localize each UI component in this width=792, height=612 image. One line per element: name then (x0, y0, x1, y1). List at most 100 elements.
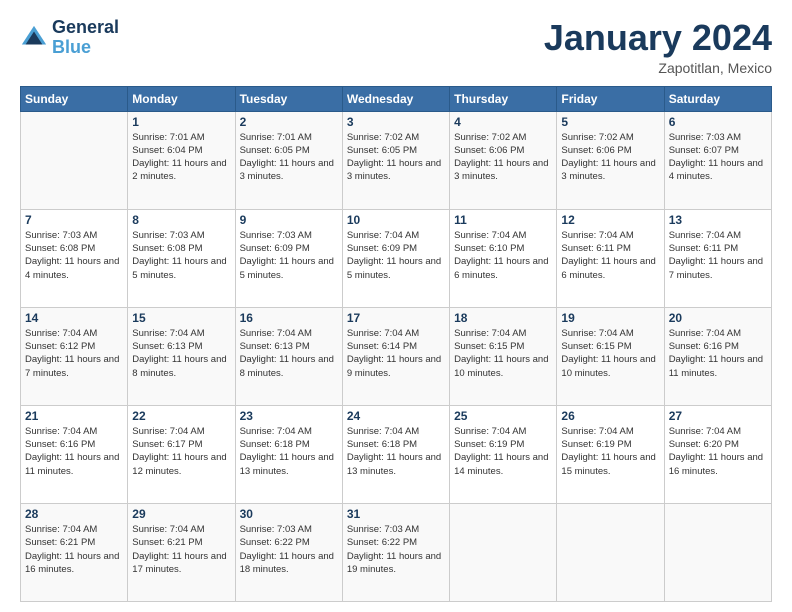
day-info: Sunrise: 7:04 AM Sunset: 6:14 PM Dayligh… (347, 327, 445, 380)
day-number: 2 (240, 115, 338, 129)
col-thursday: Thursday (450, 86, 557, 111)
col-wednesday: Wednesday (342, 86, 449, 111)
table-cell: 9 Sunrise: 7:03 AM Sunset: 6:09 PM Daylig… (235, 209, 342, 307)
day-info: Sunrise: 7:03 AM Sunset: 6:09 PM Dayligh… (240, 229, 338, 282)
table-cell (557, 503, 664, 601)
day-number: 1 (132, 115, 230, 129)
table-cell: 1 Sunrise: 7:01 AM Sunset: 6:04 PM Daylig… (128, 111, 235, 209)
logo: General Blue (20, 18, 119, 58)
day-number: 14 (25, 311, 123, 325)
day-info: Sunrise: 7:04 AM Sunset: 6:19 PM Dayligh… (454, 425, 552, 478)
day-number: 22 (132, 409, 230, 423)
day-info: Sunrise: 7:04 AM Sunset: 6:11 PM Dayligh… (669, 229, 767, 282)
day-info: Sunrise: 7:04 AM Sunset: 6:10 PM Dayligh… (454, 229, 552, 282)
week-row-1: 1 Sunrise: 7:01 AM Sunset: 6:04 PM Daylig… (21, 111, 772, 209)
day-info: Sunrise: 7:01 AM Sunset: 6:04 PM Dayligh… (132, 131, 230, 184)
table-cell: 29 Sunrise: 7:04 AM Sunset: 6:21 PM Dayli… (128, 503, 235, 601)
table-cell: 23Sunrise: 7:04 AM Sunset: 6:18 PM Dayli… (235, 405, 342, 503)
day-number: 26 (561, 409, 659, 423)
day-info: Sunrise: 7:04 AM Sunset: 6:20 PM Dayligh… (669, 425, 767, 478)
table-cell: 22 Sunrise: 7:04 AM Sunset: 6:17 PM Dayli… (128, 405, 235, 503)
day-info: Sunrise: 7:03 AM Sunset: 6:22 PM Dayligh… (347, 523, 445, 576)
day-info: Sunrise: 7:04 AM Sunset: 6:16 PM Dayligh… (25, 425, 123, 478)
day-number: 15 (132, 311, 230, 325)
table-cell: 20Sunrise: 7:04 AM Sunset: 6:16 PM Dayli… (664, 307, 771, 405)
day-info: Sunrise: 7:03 AM Sunset: 6:07 PM Dayligh… (669, 131, 767, 184)
col-friday: Friday (557, 86, 664, 111)
day-info: Sunrise: 7:04 AM Sunset: 6:13 PM Dayligh… (132, 327, 230, 380)
table-cell (664, 503, 771, 601)
table-cell: 5 Sunrise: 7:02 AM Sunset: 6:06 PM Daylig… (557, 111, 664, 209)
day-number: 17 (347, 311, 445, 325)
day-number: 16 (240, 311, 338, 325)
table-cell: 14 Sunrise: 7:04 AM Sunset: 6:12 PM Dayli… (21, 307, 128, 405)
week-row-4: 21Sunrise: 7:04 AM Sunset: 6:16 PM Dayli… (21, 405, 772, 503)
day-info: Sunrise: 7:04 AM Sunset: 6:21 PM Dayligh… (132, 523, 230, 576)
day-info: Sunrise: 7:03 AM Sunset: 6:08 PM Dayligh… (25, 229, 123, 282)
table-cell: 24 Sunrise: 7:04 AM Sunset: 6:18 PM Dayli… (342, 405, 449, 503)
table-cell: 15 Sunrise: 7:04 AM Sunset: 6:13 PM Dayli… (128, 307, 235, 405)
day-number: 27 (669, 409, 767, 423)
table-cell: 10Sunrise: 7:04 AM Sunset: 6:09 PM Dayli… (342, 209, 449, 307)
col-saturday: Saturday (664, 86, 771, 111)
day-number: 9 (240, 213, 338, 227)
table-cell: 17 Sunrise: 7:04 AM Sunset: 6:14 PM Dayli… (342, 307, 449, 405)
day-number: 5 (561, 115, 659, 129)
table-cell (450, 503, 557, 601)
day-number: 10 (347, 213, 445, 227)
table-cell: 18Sunrise: 7:04 AM Sunset: 6:15 PM Dayli… (450, 307, 557, 405)
day-number: 11 (454, 213, 552, 227)
table-cell: 19 Sunrise: 7:04 AM Sunset: 6:15 PM Dayli… (557, 307, 664, 405)
day-info: Sunrise: 7:02 AM Sunset: 6:06 PM Dayligh… (561, 131, 659, 184)
col-monday: Monday (128, 86, 235, 111)
table-cell: 4Sunrise: 7:02 AM Sunset: 6:06 PM Daylig… (450, 111, 557, 209)
day-info: Sunrise: 7:04 AM Sunset: 6:18 PM Dayligh… (347, 425, 445, 478)
table-cell: 27 Sunrise: 7:04 AM Sunset: 6:20 PM Dayli… (664, 405, 771, 503)
day-number: 24 (347, 409, 445, 423)
day-info: Sunrise: 7:04 AM Sunset: 6:11 PM Dayligh… (561, 229, 659, 282)
col-sunday: Sunday (21, 86, 128, 111)
day-number: 29 (132, 507, 230, 521)
table-cell: 16 Sunrise: 7:04 AM Sunset: 6:13 PM Dayli… (235, 307, 342, 405)
location: Zapotitlan, Mexico (544, 60, 772, 76)
table-cell: 8Sunrise: 7:03 AM Sunset: 6:08 PM Daylig… (128, 209, 235, 307)
table-cell: 21Sunrise: 7:04 AM Sunset: 6:16 PM Dayli… (21, 405, 128, 503)
day-number: 30 (240, 507, 338, 521)
table-cell: 28 Sunrise: 7:04 AM Sunset: 6:21 PM Dayli… (21, 503, 128, 601)
day-info: Sunrise: 7:03 AM Sunset: 6:08 PM Dayligh… (132, 229, 230, 282)
day-info: Sunrise: 7:04 AM Sunset: 6:18 PM Dayligh… (240, 425, 338, 478)
day-number: 19 (561, 311, 659, 325)
day-number: 18 (454, 311, 552, 325)
day-number: 3 (347, 115, 445, 129)
week-row-3: 14 Sunrise: 7:04 AM Sunset: 6:12 PM Dayli… (21, 307, 772, 405)
day-number: 6 (669, 115, 767, 129)
table-cell: 12 Sunrise: 7:04 AM Sunset: 6:11 PM Dayli… (557, 209, 664, 307)
table-cell: 2 Sunrise: 7:01 AM Sunset: 6:05 PM Daylig… (235, 111, 342, 209)
month-title: January 2024 (544, 18, 772, 58)
title-block: January 2024 Zapotitlan, Mexico (544, 18, 772, 76)
day-info: Sunrise: 7:04 AM Sunset: 6:19 PM Dayligh… (561, 425, 659, 478)
day-number: 13 (669, 213, 767, 227)
day-info: Sunrise: 7:03 AM Sunset: 6:22 PM Dayligh… (240, 523, 338, 576)
table-cell: 31 Sunrise: 7:03 AM Sunset: 6:22 PM Dayli… (342, 503, 449, 601)
col-tuesday: Tuesday (235, 86, 342, 111)
table-cell: 11 Sunrise: 7:04 AM Sunset: 6:10 PM Dayli… (450, 209, 557, 307)
day-info: Sunrise: 7:04 AM Sunset: 6:12 PM Dayligh… (25, 327, 123, 380)
day-number: 28 (25, 507, 123, 521)
day-info: Sunrise: 7:04 AM Sunset: 6:13 PM Dayligh… (240, 327, 338, 380)
table-cell: 26 Sunrise: 7:04 AM Sunset: 6:19 PM Dayli… (557, 405, 664, 503)
day-number: 31 (347, 507, 445, 521)
day-info: Sunrise: 7:04 AM Sunset: 6:15 PM Dayligh… (561, 327, 659, 380)
calendar-body: 1 Sunrise: 7:01 AM Sunset: 6:04 PM Daylig… (21, 111, 772, 601)
table-cell (21, 111, 128, 209)
day-info: Sunrise: 7:04 AM Sunset: 6:16 PM Dayligh… (669, 327, 767, 380)
calendar-header: Sunday Monday Tuesday Wednesday Thursday… (21, 86, 772, 111)
week-row-2: 7 Sunrise: 7:03 AM Sunset: 6:08 PM Daylig… (21, 209, 772, 307)
day-info: Sunrise: 7:01 AM Sunset: 6:05 PM Dayligh… (240, 131, 338, 184)
day-info: Sunrise: 7:04 AM Sunset: 6:21 PM Dayligh… (25, 523, 123, 576)
day-info: Sunrise: 7:04 AM Sunset: 6:17 PM Dayligh… (132, 425, 230, 478)
page: General Blue January 2024 Zapotitlan, Me… (0, 0, 792, 612)
day-number: 12 (561, 213, 659, 227)
calendar-table: Sunday Monday Tuesday Wednesday Thursday… (20, 86, 772, 602)
day-number: 7 (25, 213, 123, 227)
